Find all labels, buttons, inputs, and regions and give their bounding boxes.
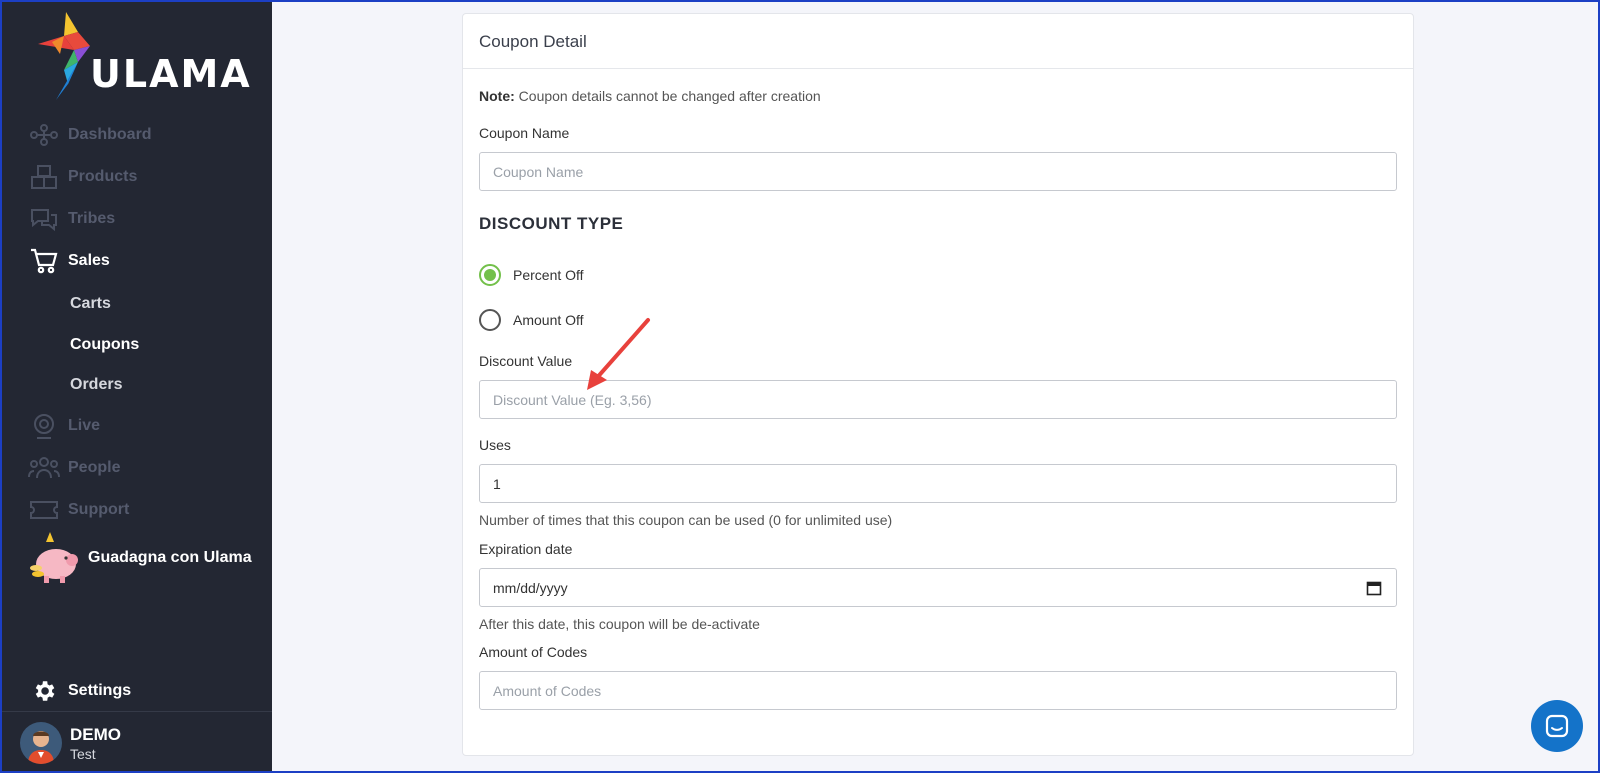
radio-label: Amount Off bbox=[513, 312, 584, 328]
sidebar-item-live[interactable]: Live bbox=[28, 409, 100, 443]
chat-launcher-button[interactable] bbox=[1531, 700, 1583, 752]
sidebar-item-sales[interactable]: Sales bbox=[28, 244, 110, 278]
calendar-icon[interactable] bbox=[1366, 580, 1382, 596]
radio-unchecked-icon bbox=[479, 309, 501, 331]
sidebar-item-label: Dashboard bbox=[68, 126, 152, 143]
logo-text: ULAMA bbox=[90, 52, 252, 96]
amount-of-codes-label: Amount of Codes bbox=[479, 644, 588, 660]
ticket-icon bbox=[28, 494, 60, 526]
piggy-bank-icon[interactable] bbox=[28, 530, 80, 584]
note-text: Coupon details cannot be changed after c… bbox=[514, 88, 821, 104]
promo-label[interactable]: Guadagna con Ulama bbox=[88, 549, 252, 567]
uses-help-text: Number of times that this coupon can be … bbox=[479, 512, 893, 528]
ulama-logo[interactable]: ULAMA bbox=[34, 10, 250, 102]
gear-icon bbox=[28, 675, 60, 707]
expiration-date-label: Expiration date bbox=[479, 541, 573, 557]
radio-amount-off[interactable]: Amount Off bbox=[479, 309, 584, 331]
webcam-icon bbox=[28, 410, 60, 442]
sidebar-item-dashboard[interactable]: Dashboard bbox=[28, 118, 152, 152]
chat-bubbles-icon bbox=[28, 203, 60, 235]
sidebar-subitem-coupons[interactable]: Coupons bbox=[70, 336, 139, 354]
sidebar-item-label: Live bbox=[68, 417, 101, 434]
uses-label: Uses bbox=[479, 437, 511, 453]
uses-input[interactable] bbox=[479, 464, 1397, 503]
user-role: Test bbox=[70, 746, 96, 762]
card-header: Coupon Detail bbox=[463, 14, 1413, 69]
sidebar-subitem-carts[interactable]: Carts bbox=[70, 295, 111, 313]
sidebar-item-label: Tribes bbox=[68, 210, 116, 227]
expiration-date-input[interactable]: mm/dd/yyyy bbox=[479, 568, 1397, 607]
network-icon bbox=[28, 119, 60, 151]
sidebar-item-label: Products bbox=[68, 168, 138, 185]
radio-checked-icon bbox=[479, 264, 501, 286]
radio-label: Percent Off bbox=[513, 267, 584, 283]
radio-percent-off[interactable]: Percent Off bbox=[479, 264, 584, 286]
chat-icon bbox=[1545, 714, 1569, 738]
amount-of-codes-input[interactable] bbox=[479, 671, 1397, 710]
expiration-help-text: After this date, this coupon will be de-… bbox=[479, 616, 760, 632]
sidebar-divider bbox=[0, 711, 272, 712]
date-value: mm/dd/yyyy bbox=[493, 579, 568, 596]
discount-type-heading: DISCOUNT TYPE bbox=[479, 214, 624, 233]
sidebar-item-support[interactable]: Support bbox=[28, 493, 129, 527]
people-icon bbox=[28, 452, 60, 484]
sidebar-item-label: Support bbox=[68, 501, 130, 518]
annotation-arrow-icon bbox=[587, 318, 650, 390]
discount-value-label: Discount Value bbox=[479, 353, 573, 369]
sidebar-item-products[interactable]: Products bbox=[28, 160, 137, 194]
boxes-icon bbox=[28, 161, 60, 193]
sidebar-item-people[interactable]: People bbox=[28, 451, 120, 485]
sidebar-item-label: Settings bbox=[68, 682, 132, 699]
sidebar-item-label: People bbox=[68, 459, 121, 476]
sidebar: ULAMA Dashboard Products Tribes Sales Ca… bbox=[0, 0, 272, 773]
note-label: Note: bbox=[479, 88, 515, 104]
user-name: DEMO bbox=[70, 725, 121, 744]
coupon-name-input[interactable] bbox=[479, 152, 1397, 191]
sidebar-subitem-orders[interactable]: Orders bbox=[70, 376, 122, 394]
cart-icon bbox=[28, 245, 60, 277]
sidebar-item-tribes[interactable]: Tribes bbox=[28, 202, 115, 236]
sidebar-item-label: Sales bbox=[68, 252, 110, 269]
coupon-name-label: Coupon Name bbox=[479, 125, 570, 141]
creation-note: Note: Coupon details cannot be changed a… bbox=[479, 88, 821, 104]
sidebar-item-settings[interactable]: Settings bbox=[28, 674, 131, 708]
avatar[interactable] bbox=[20, 722, 62, 764]
page-title: Coupon Detail bbox=[479, 32, 587, 51]
